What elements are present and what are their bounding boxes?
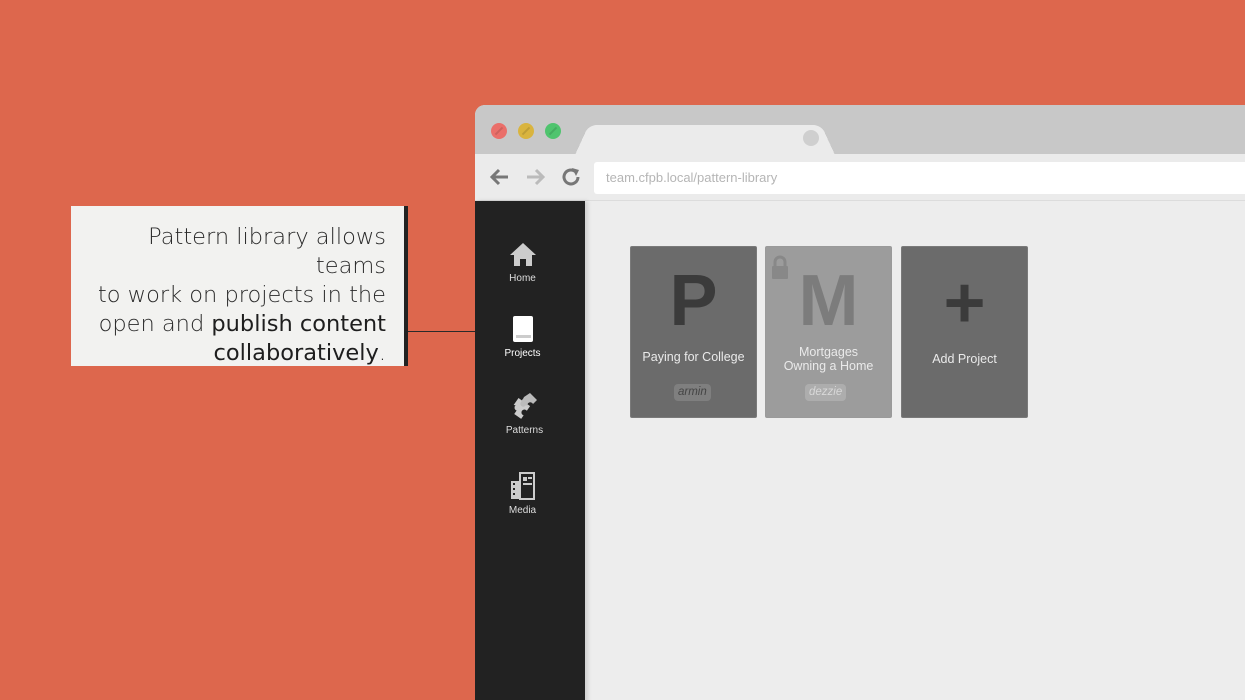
book-icon: [512, 316, 533, 342]
url-text: team.cfpb.local/pattern-library: [606, 170, 778, 185]
puzzle-icon: [513, 393, 537, 419]
app-sidebar: Home Projects Patterns Media: [475, 201, 585, 700]
project-card-paying-for-college[interactable]: P Paying for College armin: [630, 246, 757, 418]
project-initial: P: [669, 261, 718, 341]
project-title-line-1: Mortgages: [798, 345, 859, 359]
browser-window: team.cfpb.local/pattern-library Home Pro…: [475, 105, 1245, 700]
sidebar-item-media[interactable]: Media: [475, 471, 570, 516]
address-bar[interactable]: team.cfpb.local/pattern-library: [594, 162, 1245, 194]
browser-toolbar: team.cfpb.local/pattern-library: [475, 154, 1245, 201]
minimize-window-button[interactable]: [518, 123, 534, 139]
reload-icon[interactable]: [560, 166, 582, 188]
tab-close-icon[interactable]: [803, 130, 819, 146]
add-project-button[interactable]: + Add Project: [901, 246, 1028, 418]
callout-period: .: [378, 340, 386, 366]
callout-highlight-2: collaboratively: [213, 340, 379, 366]
browser-tab[interactable]: [575, 125, 835, 155]
add-project-label: Add Project: [932, 352, 997, 366]
sidebar-item-label: Patterns: [505, 425, 544, 436]
sidebar-item-label: Projects: [504, 348, 541, 359]
sidebar-item-projects[interactable]: Projects: [475, 314, 570, 359]
sidebar-item-home[interactable]: Home: [475, 239, 570, 284]
callout-box: Pattern library allows teams to work on …: [71, 206, 408, 366]
back-arrow-icon[interactable]: [488, 166, 510, 188]
browser-titlebar: [475, 105, 1245, 155]
maximize-window-button[interactable]: [545, 123, 561, 139]
project-owner-badge: dezzie: [805, 384, 847, 401]
media-icon: [510, 472, 535, 500]
callout-line-1: Pattern library allows teams: [148, 224, 386, 279]
project-title: Mortgages Owning a Home: [766, 345, 891, 373]
sidebar-item-label: Media: [508, 505, 537, 516]
close-window-button[interactable]: [491, 123, 507, 139]
sidebar-item-label: Home: [509, 273, 536, 284]
forward-arrow-icon[interactable]: [525, 166, 547, 188]
home-icon: [509, 243, 536, 266]
callout-line-2: to work on projects in the: [97, 282, 386, 308]
project-title-line-2: Owning a Home: [783, 359, 874, 373]
callout-line-3: open and: [98, 311, 212, 337]
project-title: Paying for College: [642, 350, 745, 364]
callout-highlight-1: publish content: [211, 311, 386, 337]
lock-icon: [772, 255, 788, 279]
project-card-mortgages[interactable]: M Mortgages Owning a Home dezzie: [765, 246, 892, 418]
callout-connector: [408, 331, 476, 332]
sidebar-item-patterns[interactable]: Patterns: [477, 391, 572, 436]
plus-icon: +: [943, 263, 986, 343]
project-owner-badge: armin: [674, 384, 711, 401]
